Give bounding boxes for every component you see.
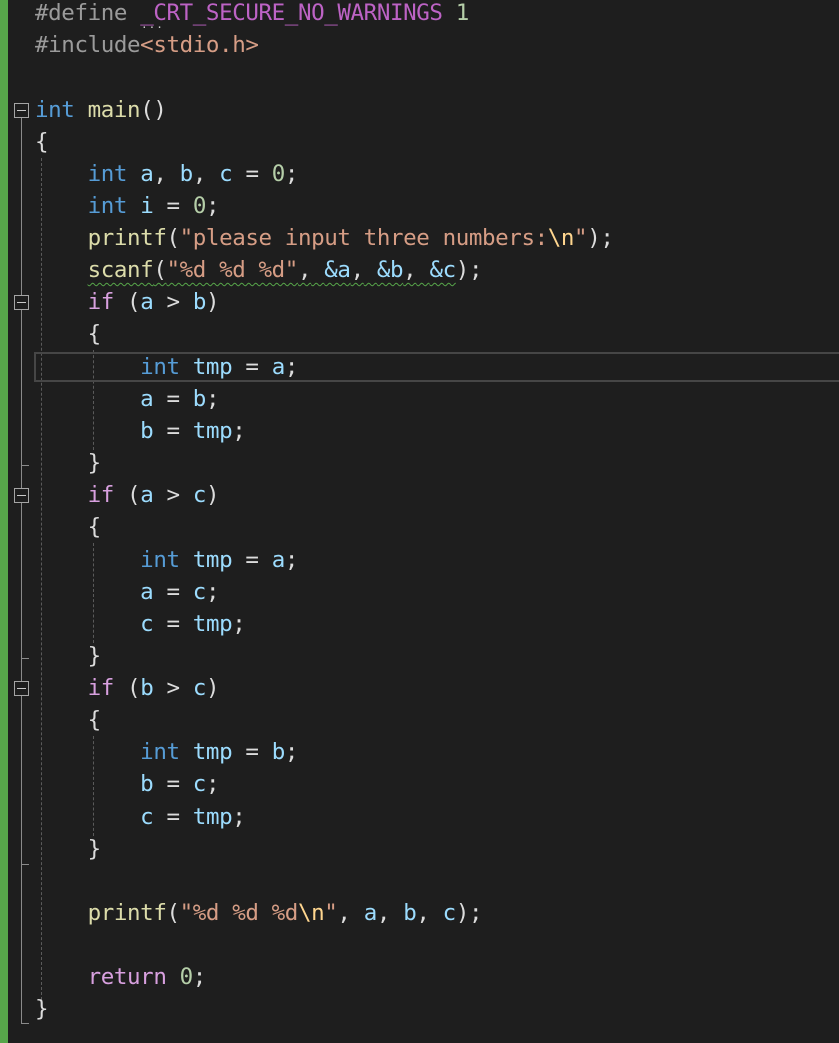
code-line-8: printf("please input three numbers:\n"); [87, 225, 614, 251]
code-line-23: { [87, 707, 102, 733]
outline-line-if1 [21, 310, 22, 465]
code-line-21: } [87, 643, 102, 669]
code-line-11: { [87, 321, 102, 347]
code-line-32: } [35, 996, 49, 1022]
fold-if3-button[interactable] [14, 681, 29, 696]
code-line-29: printf("%d %d %d\n", a, b, c); [87, 900, 483, 926]
code-line-9: scanf("%d %d %d", &a, &b, &c); [87, 257, 483, 283]
code-line-6: int a, b, c = 0; [87, 161, 299, 187]
outline-end-if1 [21, 465, 29, 466]
code-line-17: { [87, 514, 102, 540]
fold-if2-button[interactable] [14, 488, 29, 503]
code-line-14: b = tmp; [140, 418, 246, 444]
code-line-10: if (a > b) [87, 289, 220, 315]
code-editor[interactable]: #define _CRT_SECURE_NO_WARNINGS 1 ... #i… [0, 0, 839, 1043]
outline-end-if3 [21, 864, 29, 865]
fold-if1-button[interactable] [14, 295, 29, 310]
code-line-31: return 0; [87, 964, 207, 990]
code-line-5: { [35, 129, 49, 155]
outline-line-if2 [21, 503, 22, 658]
code-line-27: } [87, 836, 102, 862]
code-line-1: #define _CRT_SECURE_NO_WARNINGS 1 [35, 0, 469, 26]
outline-end-if2 [21, 658, 29, 659]
code-line-18: int tmp = a; [140, 547, 299, 573]
code-line-13: a = b; [140, 386, 220, 412]
code-line-4: int main() [35, 97, 167, 123]
code-line-19: a = c; [140, 579, 220, 605]
code-line-2: #include<stdio.h> [35, 32, 259, 58]
code-line-16: if (a > c) [87, 482, 220, 508]
code-line-15: } [87, 450, 102, 476]
outline-line-if3 [21, 696, 22, 864]
code-line-25: b = c; [140, 771, 220, 797]
code-line-22: if (b > c) [87, 675, 220, 701]
code-line-24: int tmp = b; [140, 739, 299, 765]
change-tracking-bar [0, 0, 8, 1043]
outline-end-main [21, 1023, 29, 1024]
code-line-7: int i = 0; [87, 193, 220, 219]
code-line-26: c = tmp; [140, 804, 246, 830]
code-line-12: int tmp = a; [140, 354, 299, 380]
fold-main-button[interactable] [14, 103, 29, 118]
code-line-20: c = tmp; [140, 611, 246, 637]
